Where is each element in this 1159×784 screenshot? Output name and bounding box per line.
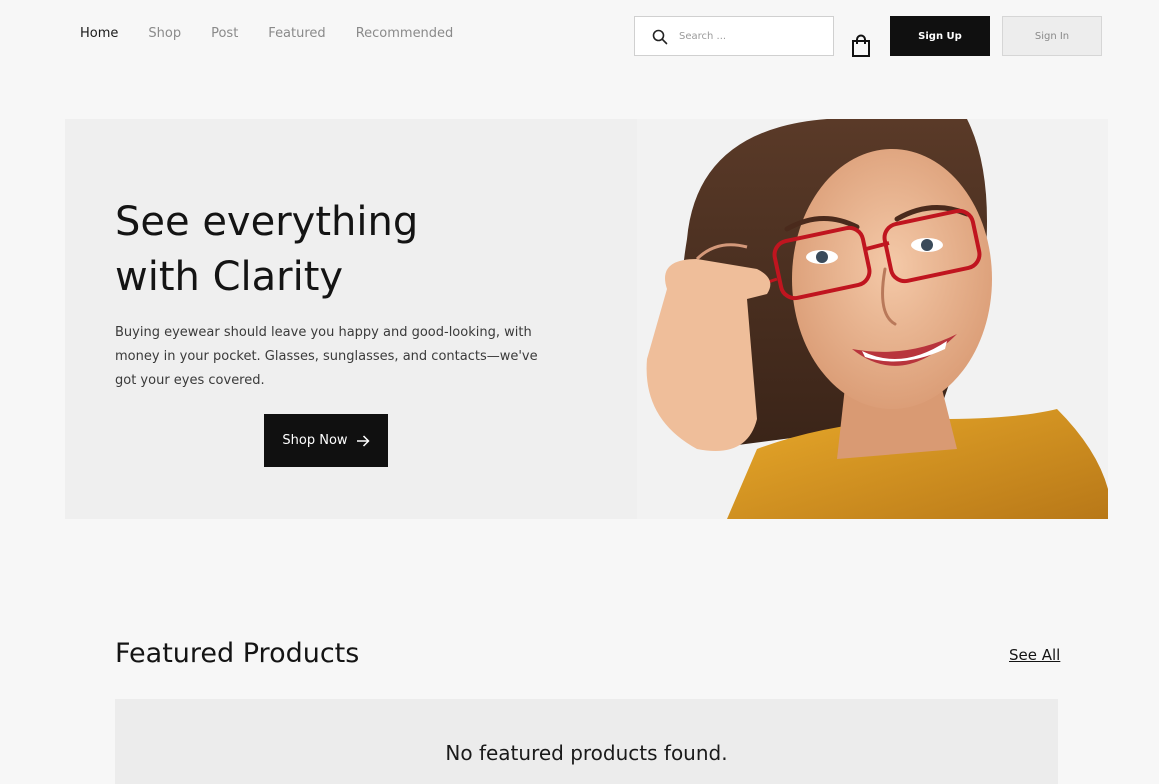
search-box[interactable] <box>634 16 834 56</box>
arrow-right-icon <box>356 434 370 447</box>
hero-banner: See everything with Clarity Buying eyewea… <box>65 119 1108 519</box>
see-all-link[interactable]: See All <box>1009 646 1060 664</box>
hero-image <box>637 119 1108 519</box>
nav-link-recommended[interactable]: Recommended <box>356 26 454 42</box>
empty-message: No featured products found. <box>445 741 728 765</box>
search-input[interactable] <box>679 25 825 47</box>
nav-links: Home Shop Post Featured Recommended <box>80 26 483 42</box>
hero-title-line1: See everything <box>115 199 419 245</box>
nav-link-featured[interactable]: Featured <box>268 26 325 42</box>
shop-now-label: Shop Now <box>282 433 348 448</box>
hero-title: See everything with Clarity <box>115 195 535 305</box>
hero-description: Buying eyewear should leave you happy an… <box>115 325 538 388</box>
navbar: Home Shop Post Featured Recommended Sign… <box>0 0 1159 70</box>
shop-now-button[interactable]: Shop Now <box>264 414 388 467</box>
sign-up-button[interactable]: Sign Up <box>890 16 990 56</box>
nav-link-shop[interactable]: Shop <box>148 26 181 42</box>
nav-link-post[interactable]: Post <box>211 26 238 42</box>
featured-products-title: Featured Products <box>115 638 360 669</box>
featured-empty-panel: No featured products found. <box>115 699 1058 784</box>
hero-title-line2: with Clarity <box>115 254 344 300</box>
shopping-bag-icon[interactable] <box>850 34 872 58</box>
woman-with-glasses-illustration <box>637 119 1108 519</box>
nav-link-home[interactable]: Home <box>80 26 118 42</box>
search-icon <box>652 29 668 45</box>
sign-in-button[interactable]: Sign In <box>1002 16 1102 56</box>
